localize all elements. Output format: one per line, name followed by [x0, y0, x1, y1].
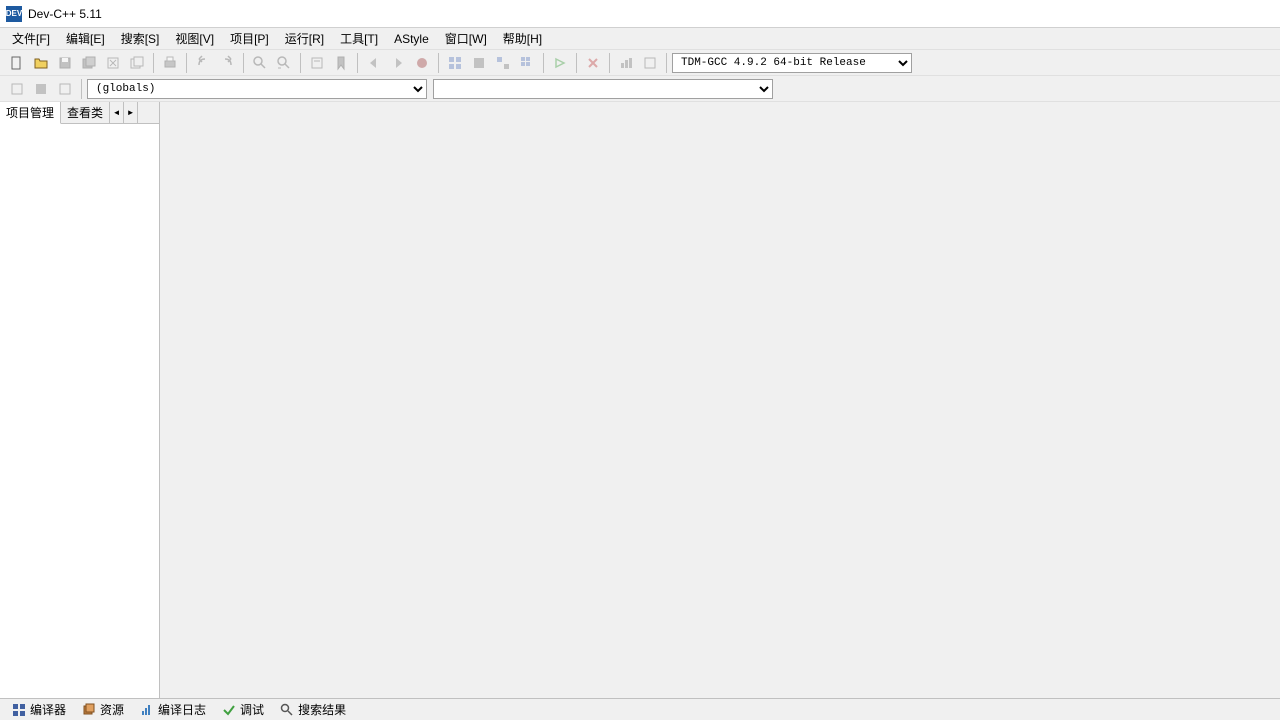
- globals-select[interactable]: (globals): [87, 79, 427, 99]
- tab-debug[interactable]: 调试: [214, 699, 272, 720]
- main-toolbar: TDM-GCC 4.9.2 64-bit Release: [0, 50, 1280, 76]
- project-tree[interactable]: [0, 124, 159, 698]
- resources-icon: [82, 703, 96, 717]
- menu-tools[interactable]: 工具[T]: [332, 28, 386, 49]
- secondary-toolbar: (globals): [0, 76, 1280, 102]
- profile-button[interactable]: [615, 52, 637, 74]
- search-icon: [280, 703, 294, 717]
- editor-area[interactable]: [160, 102, 1280, 698]
- goto-next-button[interactable]: [387, 52, 409, 74]
- workspace: 项目管理 查看类 ◄ ►: [0, 102, 1280, 698]
- tab-compiler-label: 编译器: [30, 701, 66, 718]
- menu-edit[interactable]: 编辑[E]: [58, 28, 113, 49]
- open-file-button[interactable]: [30, 52, 52, 74]
- goto-prev-button[interactable]: [363, 52, 385, 74]
- toolbar-separator: [609, 53, 610, 73]
- close-all-button[interactable]: [126, 52, 148, 74]
- tab-class-view[interactable]: 查看类: [61, 102, 110, 123]
- menu-view[interactable]: 视图[V]: [167, 28, 222, 49]
- toolbar-separator: [438, 53, 439, 73]
- menu-window[interactable]: 窗口[W]: [437, 28, 495, 49]
- menu-search[interactable]: 搜索[S]: [113, 28, 168, 49]
- tab-compile-log-label: 编译日志: [158, 701, 206, 718]
- toolbar-separator: [153, 53, 154, 73]
- toolbar-separator: [81, 79, 82, 99]
- toggle-bookmark-button[interactable]: [330, 52, 352, 74]
- close-button[interactable]: [102, 52, 124, 74]
- compiler-select[interactable]: TDM-GCC 4.9.2 64-bit Release: [672, 53, 912, 73]
- tab-search-results-label: 搜索结果: [298, 701, 346, 718]
- tab-scroll-right[interactable]: ►: [124, 102, 138, 123]
- tab-resources[interactable]: 资源: [74, 699, 132, 720]
- save-button[interactable]: [54, 52, 76, 74]
- profile-analysis-button[interactable]: [639, 52, 661, 74]
- toolbar-separator: [666, 53, 667, 73]
- tab-scroll-left[interactable]: ◄: [110, 102, 124, 123]
- undo-button[interactable]: [192, 52, 214, 74]
- goto-breakpoint-button[interactable]: [411, 52, 433, 74]
- stop-button[interactable]: [582, 52, 604, 74]
- check-icon: [222, 703, 236, 717]
- bottom-tabs: 编译器 资源 编译日志 调试 搜索结果: [0, 698, 1280, 720]
- sidebar-tabs: 项目管理 查看类 ◄ ►: [0, 102, 159, 124]
- grid-icon: [12, 703, 26, 717]
- menu-help[interactable]: 帮助[H]: [495, 28, 550, 49]
- redo-button[interactable]: [216, 52, 238, 74]
- menu-astyle[interactable]: AStyle: [386, 30, 437, 48]
- rebuild-button[interactable]: [516, 52, 538, 74]
- toolbar-separator: [357, 53, 358, 73]
- window-title: Dev-C++ 5.11: [28, 7, 102, 21]
- tab-compile-log[interactable]: 编译日志: [132, 699, 214, 720]
- tab-compiler[interactable]: 编译器: [4, 699, 74, 720]
- toolbar-separator: [543, 53, 544, 73]
- toggle-button[interactable]: [54, 78, 76, 100]
- insert-button[interactable]: [30, 78, 52, 100]
- goto-line-button[interactable]: [306, 52, 328, 74]
- toolbar-separator: [186, 53, 187, 73]
- menu-file[interactable]: 文件[F]: [4, 28, 58, 49]
- compile-run-button[interactable]: [492, 52, 514, 74]
- menubar: 文件[F] 编辑[E] 搜索[S] 视图[V] 项目[P] 运行[R] 工具[T…: [0, 28, 1280, 50]
- menu-run[interactable]: 运行[R]: [277, 28, 332, 49]
- replace-button[interactable]: [273, 52, 295, 74]
- titlebar: DEV Dev-C++ 5.11: [0, 0, 1280, 28]
- new-file-button[interactable]: [6, 52, 28, 74]
- print-button[interactable]: [159, 52, 181, 74]
- toolbar-separator: [243, 53, 244, 73]
- new-class-button[interactable]: [6, 78, 28, 100]
- save-all-button[interactable]: [78, 52, 100, 74]
- tab-resources-label: 资源: [100, 701, 124, 718]
- app-icon: DEV: [6, 6, 22, 22]
- tab-project-manager[interactable]: 项目管理: [0, 102, 61, 124]
- log-icon: [140, 703, 154, 717]
- tab-debug-label: 调试: [240, 701, 264, 718]
- menu-project[interactable]: 项目[P]: [222, 28, 277, 49]
- toolbar-separator: [300, 53, 301, 73]
- member-select[interactable]: [433, 79, 773, 99]
- find-button[interactable]: [249, 52, 271, 74]
- toolbar-separator: [576, 53, 577, 73]
- sidebar: 项目管理 查看类 ◄ ►: [0, 102, 160, 698]
- debug-button[interactable]: [549, 52, 571, 74]
- compile-button[interactable]: [444, 52, 466, 74]
- run-button[interactable]: [468, 52, 490, 74]
- tab-search-results[interactable]: 搜索结果: [272, 699, 354, 720]
